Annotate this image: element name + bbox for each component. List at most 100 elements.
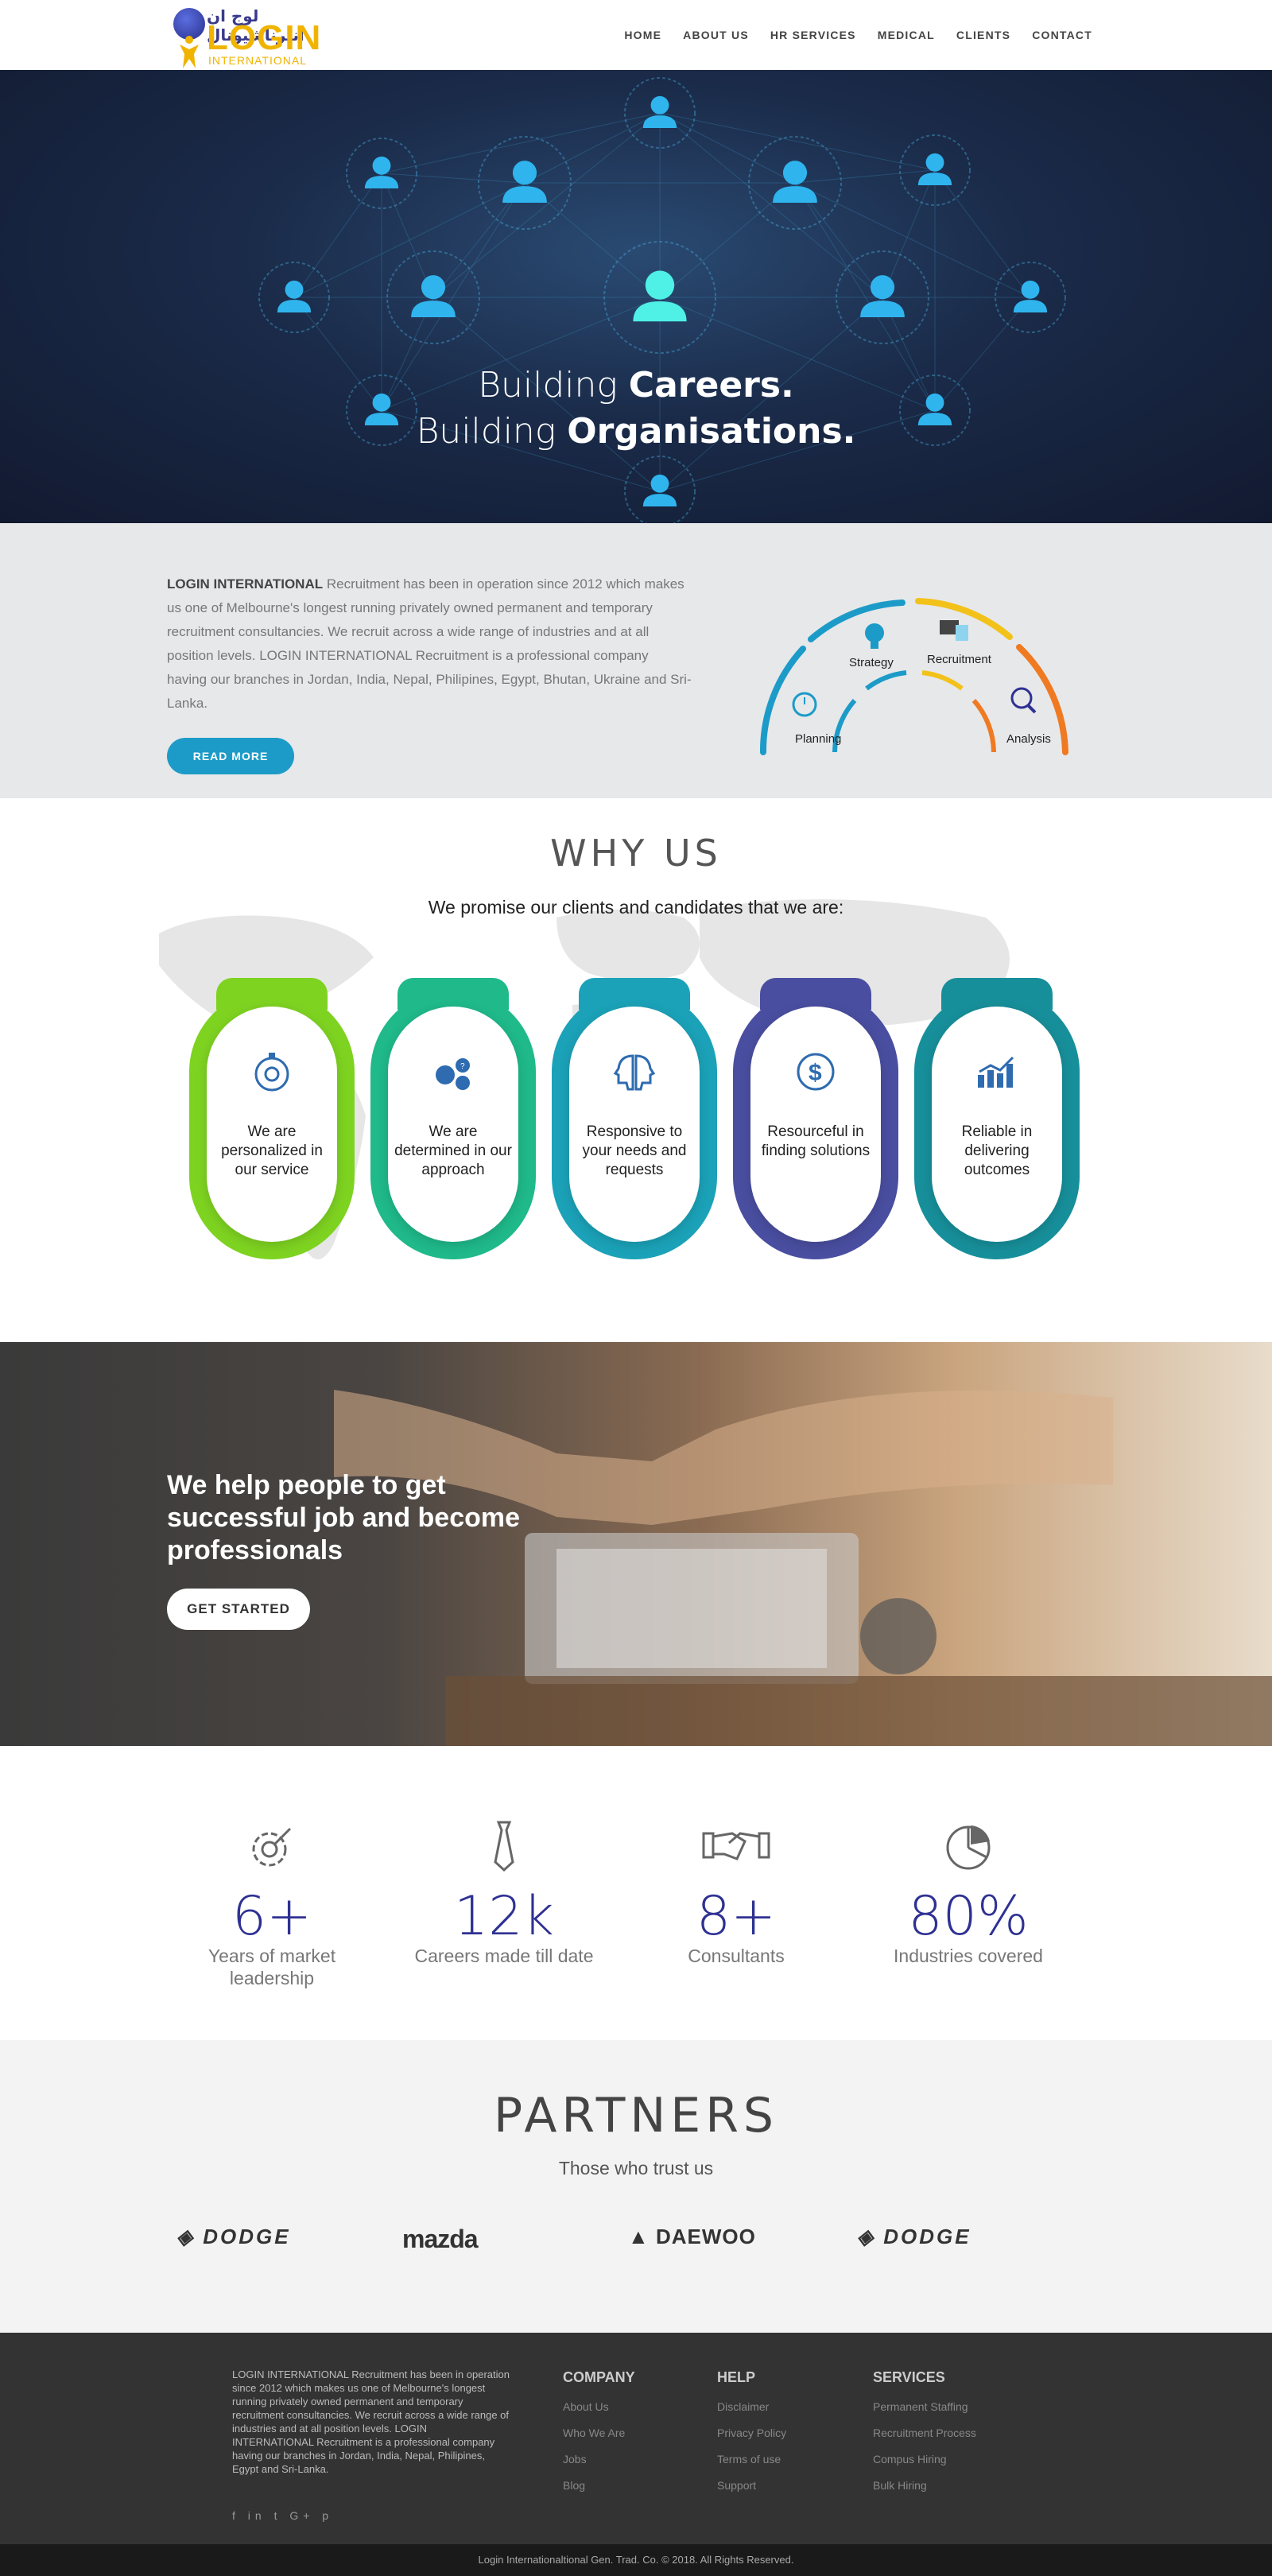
svg-text:$: $	[809, 1060, 822, 1086]
hero-banner: Building Careers. Building Organisations…	[0, 70, 1272, 523]
stats-section: 6+ Years of market leadership 12k Career…	[0, 1746, 1272, 2040]
copyright-bar: Login Internationaltional Gen. Trad. Co.…	[0, 2544, 1272, 2576]
nav-contact[interactable]: CONTACT	[1032, 29, 1092, 41]
stat-label: Careers made till date	[414, 1946, 594, 1966]
nav-hr-services[interactable]: HR SERVICES	[770, 29, 856, 41]
footer-services-column: SERVICES Permanent Staffing Recruitment …	[873, 2369, 976, 2505]
process-label-recruitment: Recruitment	[927, 653, 992, 666]
card-text: Resourceful in finding solutions	[761, 1123, 871, 1159]
svg-text:?: ?	[460, 1062, 465, 1071]
footer-link-permanent-staffing[interactable]: Permanent Staffing	[873, 2400, 976, 2413]
magnifier-chart-icon	[1010, 687, 1037, 714]
stat-label: Consultants	[688, 1946, 785, 1966]
footer-link-terms[interactable]: Terms of use	[717, 2453, 786, 2465]
why-us-lead: We promise our clients and candidates th…	[428, 897, 844, 918]
partner-logo-dodge[interactable]: ◈ DODGE	[176, 2225, 291, 2256]
tie-icon	[494, 1821, 514, 1872]
stopwatch-icon	[792, 692, 817, 717]
gear-target-icon	[252, 1827, 292, 1867]
briefcase-cv-icon	[940, 620, 968, 641]
top-navbar: لوج ان انترناشيونال LOGIN INTERNATIONAL …	[0, 0, 1272, 70]
footer-link-blog[interactable]: Blog	[563, 2479, 635, 2492]
partner-name: DODGE	[203, 2225, 291, 2248]
value-card-personalized: We are personalized in our service	[189, 978, 355, 1259]
process-label-analysis: Analysis	[1006, 732, 1051, 746]
stat-label: Industries covered	[894, 1946, 1043, 1966]
nav-clients[interactable]: CLIENTS	[956, 29, 1010, 41]
stat-industries: 80% Industries covered	[865, 1818, 1072, 1967]
call-to-action-banner: We help people to get successful job and…	[0, 1342, 1272, 1746]
read-more-button[interactable]: READ MORE	[167, 738, 294, 774]
why-us-title: WHY US	[550, 832, 722, 875]
get-started-button[interactable]: GET STARTED	[167, 1589, 310, 1630]
footer-link-disclaimer[interactable]: Disclaimer	[717, 2400, 786, 2413]
stat-number: 8+	[696, 1885, 777, 1948]
stat-careers: 12k Careers made till date	[401, 1818, 607, 1967]
footer-services-title: SERVICES	[873, 2369, 945, 2385]
lightbulb-icon	[865, 623, 884, 649]
footer-company-column: COMPANY About Us Who We Are Jobs Blog	[563, 2369, 635, 2505]
dollar-cycle-icon: $	[797, 1053, 835, 1091]
partners-subtitle: Those who trust us	[558, 2158, 714, 2178]
nav-home[interactable]: HOME	[624, 29, 661, 41]
partner-logo-mazda[interactable]: mazda	[402, 2225, 479, 2256]
company-logo[interactable]: لوج ان انترناشيونال LOGIN INTERNATIONAL	[167, 3, 326, 68]
footer-link-bulk-hiring[interactable]: Bulk Hiring	[873, 2479, 976, 2492]
two-heads-icon	[613, 1054, 656, 1091]
partner-name: DODGE	[883, 2225, 971, 2248]
footer-link-about-us[interactable]: About Us	[563, 2400, 635, 2413]
ram-head-icon: ◈	[857, 2225, 884, 2248]
question-heads-icon: ?	[436, 1058, 470, 1090]
logo-subtext: INTERNATIONAL	[208, 54, 307, 67]
why-us-section: WHY US We promise our clients and candid…	[0, 798, 1272, 1342]
cta-headline: We help people to get successful job and…	[167, 1470, 521, 1565]
stat-number: 12k	[454, 1885, 554, 1948]
stat-label: Years of market leadership	[207, 1946, 336, 1988]
pie-chart-icon	[946, 1825, 991, 1870]
logo-text: LOGIN	[207, 18, 322, 57]
about-body: Recruitment has been in operation since …	[167, 576, 692, 711]
nav-about-us[interactable]: ABOUT US	[683, 29, 749, 41]
bar-chart-icon	[978, 1056, 1014, 1088]
footer-link-recruitment-process[interactable]: Recruitment Process	[873, 2427, 976, 2439]
hero-line1-light: Building	[478, 365, 629, 405]
footer-link-who-we-are[interactable]: Who We Are	[563, 2427, 635, 2439]
card-text: Responsive to your needs and requests	[582, 1123, 687, 1178]
footer-link-jobs[interactable]: Jobs	[563, 2453, 635, 2465]
daewoo-shell-icon: ▲	[628, 2225, 656, 2248]
process-label-planning: Planning	[795, 732, 841, 746]
footer-link-support[interactable]: Support	[717, 2479, 786, 2492]
hero-line1-bold: Careers.	[628, 365, 794, 405]
value-card-reliable: Reliable in delivering outcomes	[914, 978, 1080, 1259]
ram-head-icon: ◈	[176, 2225, 204, 2248]
stat-years: 6+ Years of market leadership	[169, 1818, 375, 1989]
card-text: We are personalized in our service	[221, 1123, 323, 1178]
person-logo-icon	[180, 36, 199, 68]
partners-title: PARTNERS	[494, 2088, 778, 2143]
about-lead: LOGIN INTERNATIONAL	[167, 576, 324, 592]
value-card-resourceful: $ Resourceful in finding solutions	[733, 978, 898, 1259]
card-text: We are determined in our approach	[394, 1123, 512, 1178]
hero-headline: Building Careers. Building Organisations…	[0, 363, 1272, 455]
partner-logo-daewoo[interactable]: ▲ DAEWOO	[628, 2225, 756, 2256]
about-text: LOGIN INTERNATIONAL Recruitment has been…	[167, 572, 692, 716]
footer-about-text: LOGIN INTERNATIONAL Recruitment has been…	[232, 2368, 510, 2475]
stat-number: 80%	[908, 1885, 1029, 1948]
recruitment-process-diagram: Planning Strategy Recruitment Analysis	[759, 598, 1068, 755]
footer-link-privacy[interactable]: Privacy Policy	[717, 2427, 786, 2439]
site-footer: LOGIN INTERNATIONAL Recruitment has been…	[0, 2333, 1272, 2544]
card-text: Reliable in delivering outcomes	[961, 1123, 1033, 1178]
nav-medical[interactable]: MEDICAL	[878, 29, 935, 41]
stopwatch-gear-icon	[254, 1053, 289, 1092]
process-label-strategy: Strategy	[849, 656, 894, 669]
footer-company-title: COMPANY	[563, 2369, 635, 2385]
footer-link-campus-hiring[interactable]: Compus Hiring	[873, 2453, 976, 2465]
stat-consultants: 8+ Consultants	[633, 1818, 840, 1967]
network-illustration	[258, 77, 1066, 523]
partner-logo-dodge-2[interactable]: ◈ DODGE	[857, 2225, 971, 2256]
handshake-icon	[702, 1832, 770, 1860]
main-menu: HOME ABOUT US HR SERVICES MEDICAL CLIENT…	[624, 29, 1092, 41]
social-links[interactable]: f in t G+ p	[232, 2509, 333, 2522]
footer-help-column: HELP Disclaimer Privacy Policy Terms of …	[717, 2369, 786, 2505]
about-section: LOGIN INTERNATIONAL Recruitment has been…	[0, 523, 1272, 798]
